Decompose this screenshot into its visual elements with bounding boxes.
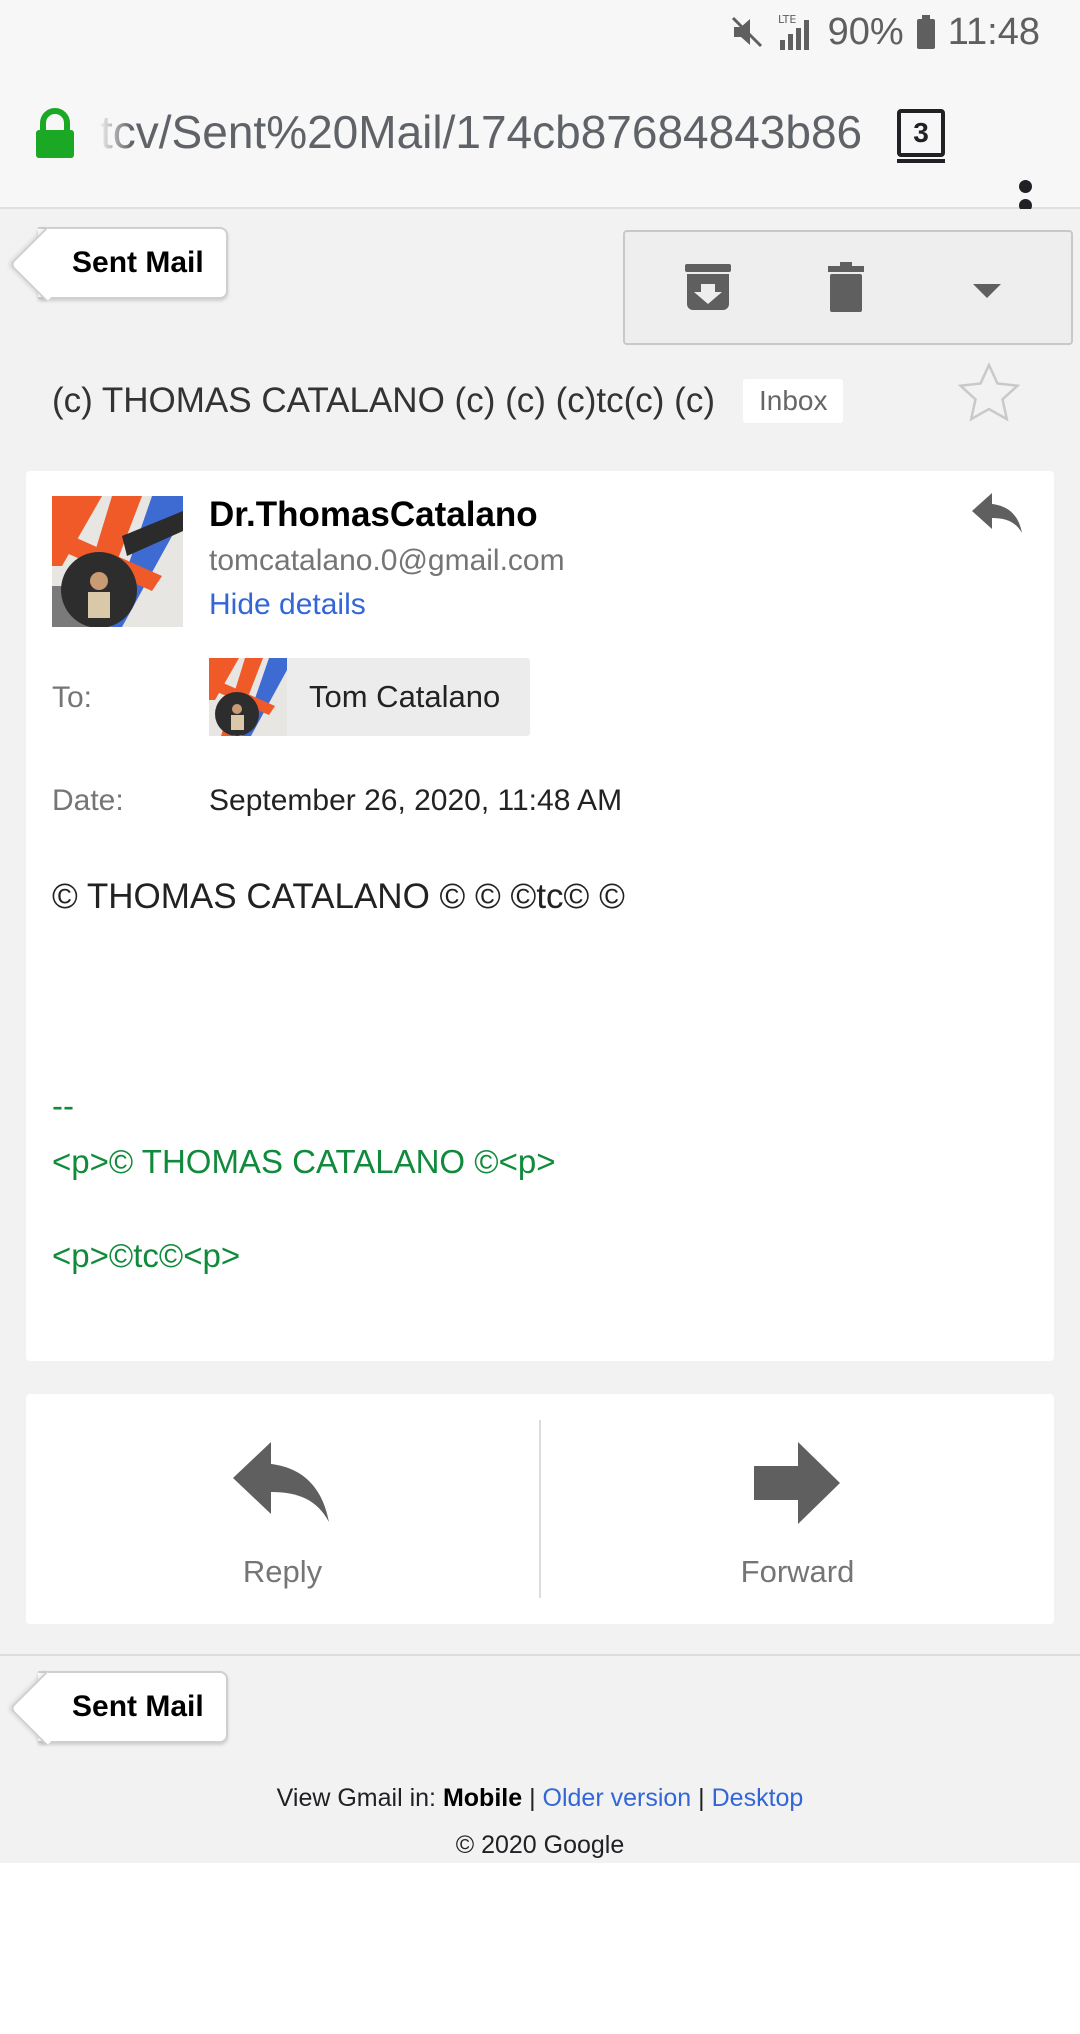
footer-separator: |	[698, 1784, 705, 1812]
to-label: To:	[52, 681, 93, 714]
back-to-sent-mail-button[interactable]: Sent Mail	[38, 227, 228, 299]
view-in-label: View Gmail in:	[276, 1784, 436, 1812]
subject-title: (c) THOMAS CATALANO (c) (c) (c)tc(c) (c)	[52, 381, 715, 420]
star-icon[interactable]	[957, 362, 1021, 427]
forward-label: Forward	[740, 1554, 855, 1589]
forward-arrow-icon	[754, 1442, 840, 1524]
reply-arrow-icon	[233, 1442, 329, 1522]
status-icons: LTE 90% 11:48	[730, 8, 1040, 56]
view-gmail-in-row: View Gmail in: Mobile | Older version | …	[0, 1784, 1080, 1813]
recipient-name: Tom Catalano	[309, 679, 501, 714]
footer-separator: |	[529, 1784, 536, 1812]
trash-icon[interactable]	[827, 262, 865, 317]
svg-text:LTE: LTE	[778, 13, 796, 26]
inbox-label-badge[interactable]: Inbox	[742, 379, 844, 423]
subject-row: (c) THOMAS CATALANO (c) (c) (c)tc(c) (c)…	[52, 368, 844, 434]
forward-button[interactable]: Forward	[541, 1394, 1054, 1624]
message-actions	[623, 230, 1073, 345]
battery-percent: 90%	[827, 10, 904, 53]
lock-icon[interactable]	[34, 108, 76, 165]
back-button-label: Sent Mail	[72, 246, 204, 279]
browser-toolbar: tcv/Sent%20Mail/174cb87684843b86 3	[0, 64, 1080, 231]
battery-icon	[916, 15, 936, 49]
tabs-button[interactable]: 3	[897, 109, 945, 163]
recipient-avatar	[209, 658, 287, 736]
archive-icon[interactable]	[683, 262, 733, 317]
desktop-link[interactable]: Desktop	[712, 1784, 804, 1812]
url-fade	[98, 102, 132, 162]
mute-icon	[730, 15, 764, 49]
older-version-link[interactable]: Older version	[543, 1784, 692, 1812]
signal-icon: LTE	[776, 12, 816, 52]
reply-button[interactable]: Reply	[26, 1394, 539, 1624]
mobile-view-current: Mobile	[442, 1784, 523, 1812]
signature-line: <p>©tc©<p>	[52, 1237, 241, 1274]
reply-forward-panel: Reply Forward	[26, 1394, 1054, 1624]
dropdown-icon[interactable]	[973, 284, 1001, 303]
recipient-chip[interactable]: Tom Catalano	[209, 658, 531, 736]
message-body: © THOMAS CATALANO © © ©tc© ©	[52, 877, 625, 916]
signature-separator: --	[52, 1087, 74, 1124]
divider	[0, 1654, 1080, 1656]
sender-email: tomcatalano.0@gmail.com	[209, 544, 565, 577]
url-field[interactable]: tcv/Sent%20Mail/174cb87684843b86	[100, 102, 870, 162]
bottom-back-to-sent-mail-button[interactable]: Sent Mail	[38, 1671, 228, 1743]
date-label: Date:	[52, 784, 124, 817]
sender-name: Dr.ThomasCatalano	[209, 495, 538, 534]
status-bar: LTE 90% 11:48	[0, 0, 1080, 64]
message-card: Dr.ThomasCatalano tomcatalano.0@gmail.co…	[26, 471, 1054, 1361]
clock: 11:48	[947, 10, 1040, 53]
signature-line: <p>© THOMAS CATALANO ©<p>	[52, 1143, 556, 1180]
copyright: © 2020 Google	[455, 1831, 625, 1859]
reply-label: Reply	[242, 1554, 323, 1589]
reply-icon[interactable]	[972, 493, 1022, 538]
sender-avatar[interactable]	[52, 496, 183, 628]
back-button-label: Sent Mail	[72, 1690, 204, 1723]
hide-details-link[interactable]: Hide details	[209, 588, 366, 622]
date-value: September 26, 2020, 11:48 AM	[209, 784, 623, 817]
footer: View Gmail in: Mobile | Older version | …	[0, 1769, 1080, 1863]
